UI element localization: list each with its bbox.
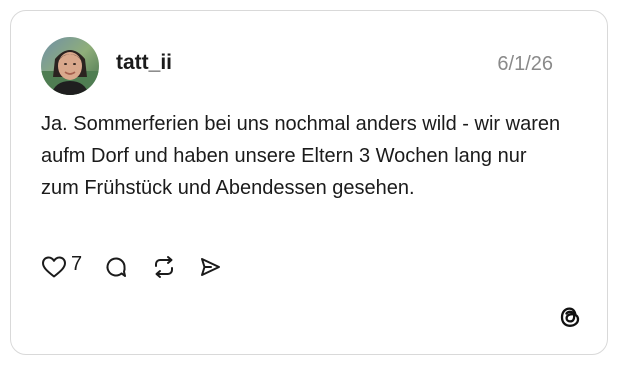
action-bar: 7 (41, 253, 222, 281)
repost-button[interactable] (151, 255, 177, 279)
reply-button[interactable] (104, 255, 128, 279)
avatar-image (41, 37, 99, 95)
avatar[interactable] (41, 37, 99, 95)
share-button[interactable] (198, 255, 222, 279)
post-card: tatt_ii 6/1/26 Ja. Sommerferien bei uns … (10, 10, 608, 355)
send-icon (201, 258, 221, 276)
username[interactable]: tatt_ii (116, 50, 172, 76)
like-button[interactable]: 7 (41, 253, 83, 279)
threads-logo-icon (557, 304, 583, 330)
heart-icon (42, 256, 66, 278)
repost-icon (155, 256, 174, 278)
like-count: 7 (71, 253, 83, 275)
post-text: Ja. Sommerferien bei uns nochmal anders … (41, 113, 561, 199)
comment-icon (106, 257, 127, 277)
post-date: 6/1/26 (497, 53, 553, 75)
